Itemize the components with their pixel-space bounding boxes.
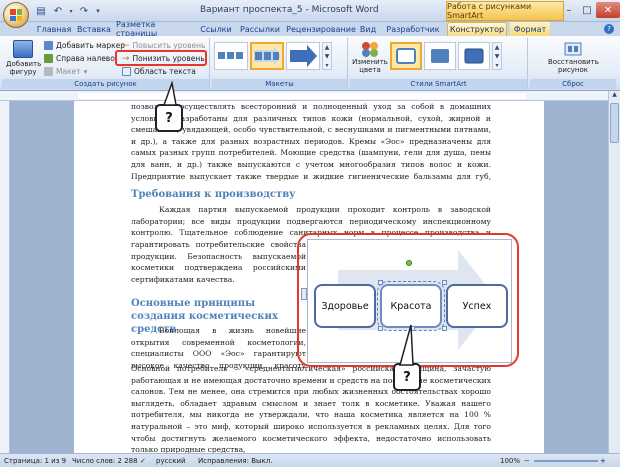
reset-group-label: Сброс — [530, 79, 616, 89]
change-colors-icon — [362, 42, 378, 57]
tab-mailings[interactable]: Рассылки — [238, 22, 282, 36]
heading-production-requirements: Требования к производству — [131, 189, 296, 200]
ribbon-tabs: Главная Вставка Разметка страницы Ссылки… — [0, 20, 620, 38]
bullet-icon — [44, 41, 53, 50]
add-shape-button[interactable]: Добавить фигуру — [6, 40, 42, 76]
zoom-in-icon[interactable]: + — [600, 457, 606, 465]
status-bar: Страница: 1 из 9 Число слов: 2 288 ✓ рус… — [0, 453, 620, 467]
add-shape-icon — [13, 40, 33, 58]
layout-icon — [44, 67, 53, 76]
title-bar: ▤ ↶ ▾ ↷ ▾ Вариант проспекта_5 - Microsof… — [0, 0, 620, 28]
undo-dropdown-icon[interactable]: ▾ — [68, 4, 74, 18]
group-reset: Восстановить рисунок Сброс — [530, 38, 616, 89]
zoom-slider[interactable] — [534, 460, 598, 462]
add-shape-label: Добавить фигуру — [6, 60, 42, 76]
style-thumb-2-icon — [431, 49, 449, 63]
tab-review[interactable]: Рецензирование — [286, 22, 356, 36]
customize-qat-icon[interactable]: ▾ — [94, 4, 102, 18]
add-bullet-label: Добавить маркер — [56, 41, 126, 50]
change-colors-button[interactable]: Изменить цвета — [352, 40, 388, 74]
layout-option-2-selected[interactable] — [250, 42, 284, 70]
right-to-left-label: Справа налево — [56, 54, 115, 63]
style-thumb-3-icon — [464, 48, 484, 64]
tab-page-layout[interactable]: Разметка страницы — [116, 20, 192, 38]
callout-question-2: ? — [393, 363, 421, 391]
callout-2-pointer — [399, 324, 414, 366]
layout-thumb-2-icon — [254, 46, 281, 66]
paragraph-safety: гарантировать потребительские свойства п… — [131, 240, 306, 284]
document-page[interactable]: позволяют осуществлять всесторонний и по… — [74, 81, 544, 453]
text-pane-button[interactable]: Область текста — [122, 66, 196, 77]
layouts-group-label: Макеты — [212, 79, 347, 89]
add-bullet-button[interactable]: Добавить маркер — [44, 40, 125, 51]
promote-arrow-icon: ← — [122, 40, 130, 51]
demote-highlight-frame — [115, 50, 207, 66]
zoom-out-icon[interactable]: − — [524, 457, 530, 465]
change-colors-label: Изменить цвета — [352, 58, 388, 74]
text-pane-icon — [122, 67, 131, 76]
tab-format[interactable]: Формат — [510, 22, 550, 36]
status-page[interactable]: Страница: 1 из 9 — [4, 457, 66, 465]
save-icon[interactable]: ▤ — [34, 4, 48, 18]
close-icon[interactable]: ✕ — [596, 2, 620, 18]
vertical-scrollbar[interactable]: ▲ — [608, 91, 620, 453]
status-zoom[interactable]: 100% — [500, 457, 520, 465]
layout-button[interactable]: Макет ▾ — [44, 66, 87, 77]
scroll-thumb[interactable] — [610, 103, 619, 143]
layout-dropdown-icon: ▾ — [83, 67, 88, 76]
paragraph-consumer: Основной потребитель – «среднестатистиче… — [131, 364, 491, 453]
tab-insert[interactable]: Вставка — [76, 22, 112, 36]
text-pane-label: Область текста — [134, 67, 196, 76]
tab-design[interactable]: Конструктор — [447, 22, 507, 36]
layout-thumb-3-icon — [290, 45, 317, 67]
right-to-left-button[interactable]: Справа налево — [44, 53, 115, 64]
promote-label: Повысить уровень — [132, 41, 206, 50]
status-track-changes[interactable]: Исправления: Выкл. — [198, 457, 272, 465]
layout-thumb-1-icon — [218, 52, 243, 59]
smartart-styles-group-label: Стили SmartArt — [350, 79, 527, 89]
callout-question-1: ? — [155, 104, 183, 132]
reset-graphic-button[interactable]: Восстановить рисунок — [534, 40, 612, 74]
layout-label: Макет — [56, 67, 81, 76]
scroll-up-icon[interactable]: ▲ — [609, 91, 620, 101]
proofing-icon[interactable]: ✓ — [140, 457, 146, 465]
office-button[interactable] — [3, 2, 29, 28]
window-title: Вариант проспекта_5 - Microsoft Word — [200, 5, 379, 15]
smartart-tools-title: Работа с рисунками SmartArt — [446, 1, 564, 21]
layout-option-1[interactable] — [214, 42, 248, 70]
style-option-1-selected[interactable] — [390, 42, 422, 70]
right-to-left-icon — [44, 54, 53, 63]
tab-developer[interactable]: Разработчик — [384, 22, 442, 36]
minimize-icon[interactable]: – — [560, 2, 578, 18]
vertical-ruler[interactable] — [0, 101, 10, 453]
tab-references[interactable]: Ссылки — [196, 22, 236, 36]
redo-icon[interactable]: ↷ — [77, 4, 91, 18]
document-workspace: позволяют осуществлять всесторонний и по… — [10, 81, 608, 453]
ribbon: Добавить фигуру Добавить маркер Справа н… — [0, 36, 620, 91]
tab-view[interactable]: Вид — [356, 22, 380, 36]
style-option-2[interactable] — [424, 42, 456, 70]
layout-option-3[interactable] — [286, 42, 320, 70]
callout-1-pointer — [162, 81, 177, 106]
reset-graphic-label: Восстановить рисунок — [548, 58, 599, 74]
reset-graphic-icon — [564, 42, 582, 56]
paragraph-products: позволяют осуществлять всесторонний и по… — [131, 102, 491, 181]
layouts-scroll[interactable]: ▲ ▼ ▾ — [322, 42, 332, 70]
style-thumb-1-icon — [396, 48, 416, 64]
window-controls: – □ ✕ — [560, 2, 620, 18]
status-language[interactable]: русский — [156, 457, 186, 465]
help-icon[interactable]: ? — [604, 24, 614, 34]
status-word-count[interactable]: Число слов: 2 288 — [72, 457, 138, 465]
office-logo-icon — [10, 9, 22, 21]
horizontal-ruler[interactable] — [0, 91, 620, 101]
quick-access-toolbar: ▤ ↶ ▾ ↷ ▾ — [34, 4, 102, 18]
tab-home[interactable]: Главная — [36, 22, 72, 36]
styles-scroll[interactable]: ▲ ▼ ▾ — [492, 42, 502, 70]
undo-icon[interactable]: ↶ — [51, 4, 65, 18]
group-layouts: ▲ ▼ ▾ Макеты — [212, 38, 348, 89]
style-option-3[interactable] — [458, 42, 490, 70]
group-smartart-styles: Изменить цвета ▲ ▼ ▾ Стили SmartArt — [350, 38, 528, 89]
maximize-icon[interactable]: □ — [578, 2, 596, 18]
